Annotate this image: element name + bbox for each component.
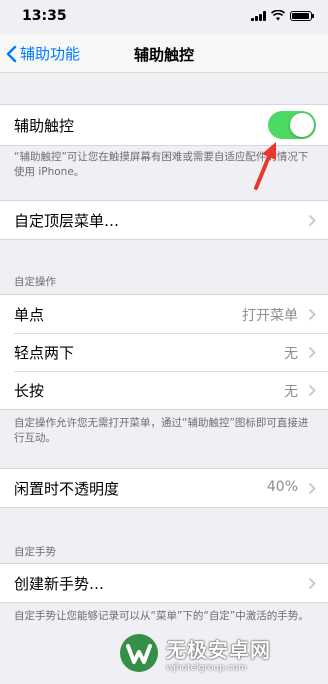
long-press-value: 无 bbox=[284, 384, 298, 400]
watermark-logo-icon bbox=[120, 634, 158, 672]
custom-actions-group: 单点 打开菜单 轻点两下 无 长按 无 bbox=[0, 294, 328, 410]
chevron-right-icon bbox=[308, 577, 316, 590]
long-press-label: 长按 bbox=[14, 381, 45, 400]
custom-actions-footer: 自定操作允许您无需打开菜单，通过“辅助触控”图标即可直接进行互动。 bbox=[14, 417, 309, 444]
chevron-right-icon bbox=[308, 214, 316, 227]
long-press-row[interactable]: 长按 无 bbox=[0, 371, 328, 409]
idle-opacity-label: 闲置时不透明度 bbox=[14, 479, 120, 498]
create-gesture-label: 创建新手势… bbox=[14, 574, 105, 593]
idle-opacity-group: 闲置时不透明度 40% bbox=[0, 468, 328, 508]
custom-gestures-group: 创建新手势… bbox=[0, 563, 328, 603]
single-tap-value: 打开菜单 bbox=[242, 308, 298, 324]
chevron-right-icon bbox=[308, 384, 316, 397]
watermark-url: wjhotelgroup.com bbox=[166, 662, 247, 673]
watermark: 无极安卓网 wjhotelgroup.com bbox=[118, 632, 271, 674]
double-tap-value: 无 bbox=[284, 346, 298, 362]
single-tap-row[interactable]: 单点 打开菜单 bbox=[0, 295, 328, 333]
custom-actions-header: 自定操作 bbox=[14, 276, 56, 288]
assistive-touch-label: 辅助触控 bbox=[14, 116, 75, 135]
cellular-signal-icon bbox=[251, 10, 266, 21]
customize-top-menu-label: 自定顶层菜单… bbox=[14, 211, 120, 230]
page-title: 辅助触控 bbox=[133, 46, 194, 64]
assistive-touch-toggle[interactable] bbox=[268, 111, 316, 139]
chevron-right-icon bbox=[308, 308, 316, 321]
idle-opacity-value: 40% bbox=[266, 479, 298, 495]
red-arrow-annotation bbox=[254, 142, 276, 190]
watermark-title: 无极安卓网 bbox=[166, 637, 271, 662]
double-tap-row[interactable]: 轻点两下 无 bbox=[0, 333, 328, 371]
wifi-icon bbox=[271, 10, 285, 21]
status-icons bbox=[251, 10, 314, 21]
chevron-right-icon bbox=[308, 482, 316, 495]
single-tap-label: 单点 bbox=[14, 305, 45, 324]
battery-icon bbox=[290, 10, 314, 21]
idle-opacity-row[interactable]: 闲置时不透明度 40% bbox=[0, 469, 328, 507]
status-bar: 13:35 bbox=[0, 0, 328, 34]
create-gesture-row[interactable]: 创建新手势… bbox=[0, 564, 328, 602]
top-menu-group: 自定顶层菜单… bbox=[0, 200, 328, 240]
double-tap-label: 轻点两下 bbox=[14, 343, 75, 362]
assistive-touch-row: 辅助触控 bbox=[0, 105, 328, 145]
navigation-bar: 辅助功能 辅助触控 bbox=[0, 34, 328, 73]
status-time: 13:35 bbox=[22, 8, 67, 24]
custom-gestures-footer: 自定手势让您能够记录可以从“菜单”下的“自定”中激活的手势。 bbox=[14, 610, 309, 622]
toggle-knob bbox=[290, 113, 314, 137]
custom-gestures-header: 自定手势 bbox=[14, 546, 56, 558]
customize-top-menu-row[interactable]: 自定顶层菜单… bbox=[0, 201, 328, 239]
chevron-right-icon bbox=[308, 346, 316, 359]
